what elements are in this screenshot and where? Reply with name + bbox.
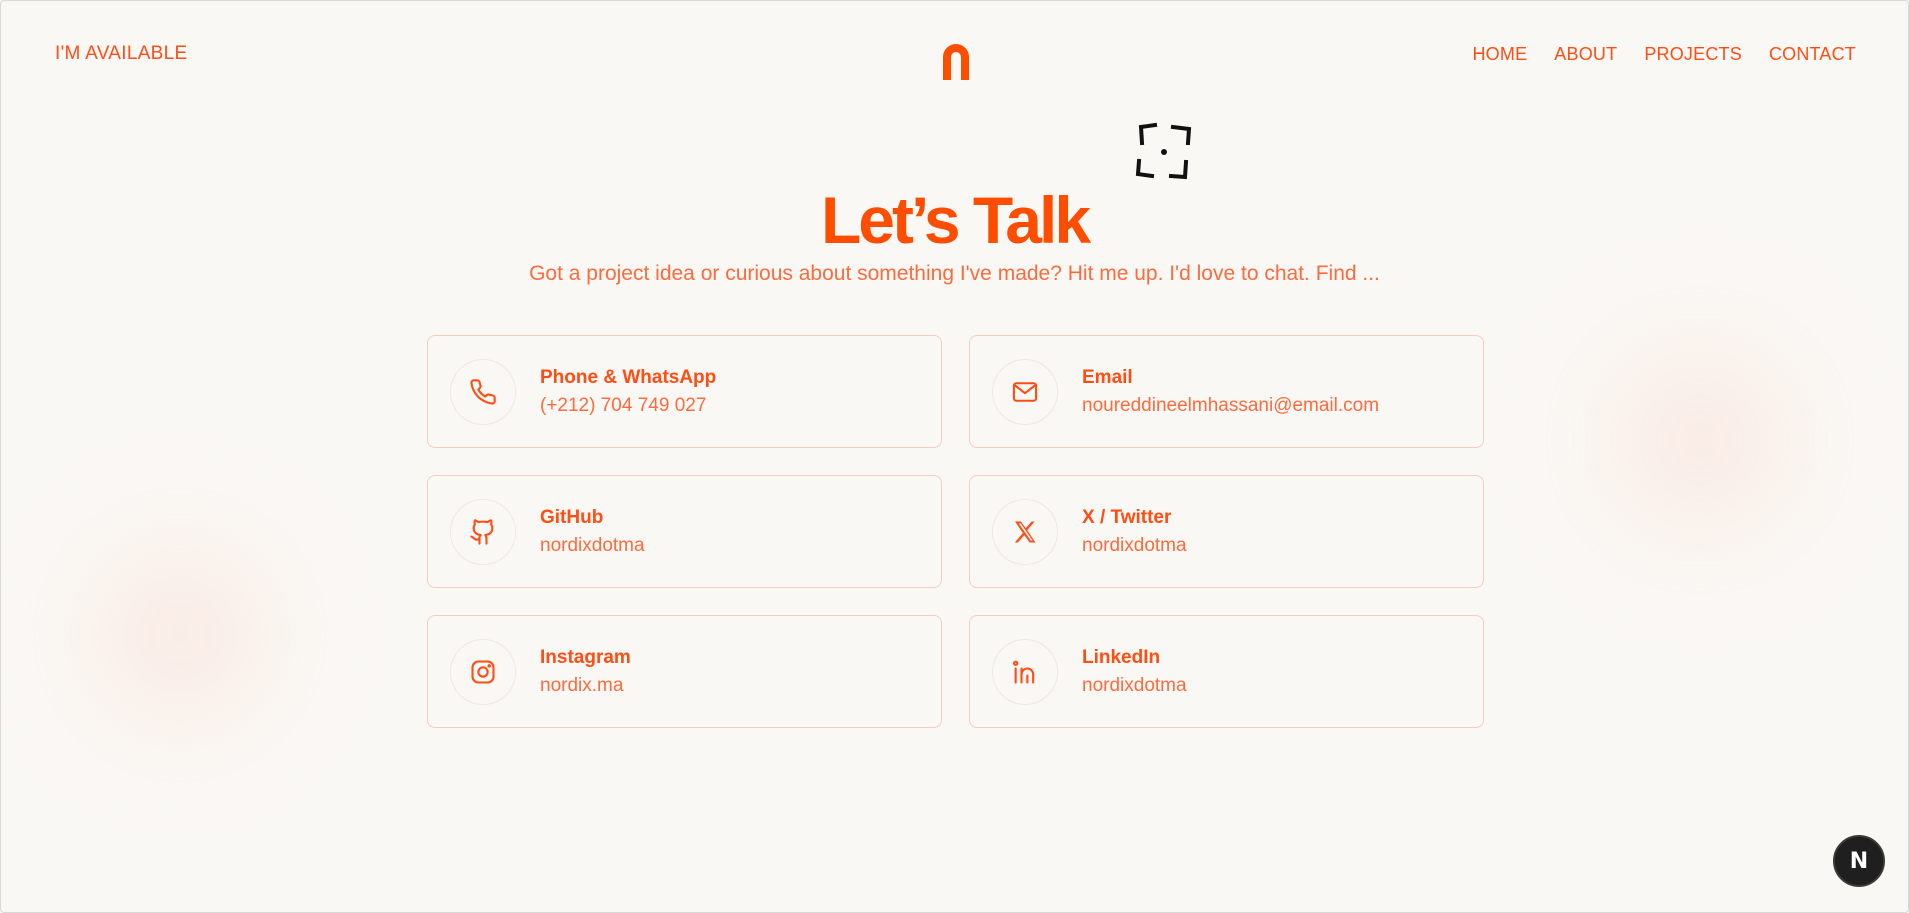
contact-label: GitHub bbox=[540, 506, 604, 528]
background-glow-left bbox=[40, 480, 320, 790]
linkedin-icon bbox=[992, 638, 1058, 705]
contact-card-twitter[interactable]: X / Twitter nordixdotma bbox=[969, 475, 1484, 588]
contact-value: nordix.ma bbox=[540, 674, 624, 696]
page-subtitle: Got a project idea or curious about some… bbox=[529, 262, 1380, 285]
contact-card-github[interactable]: GitHub nordixdotma bbox=[427, 475, 942, 588]
instagram-icon bbox=[450, 638, 516, 705]
site-header: I'M AVAILABLE HOME ABOUT PROJECTS CONTAC… bbox=[0, 0, 1909, 110]
mail-icon bbox=[992, 358, 1058, 425]
contact-value: (+212) 704 749 027 bbox=[540, 394, 707, 416]
phone-icon bbox=[450, 358, 516, 425]
contact-value: nordixdotma bbox=[1082, 534, 1187, 556]
focus-frame-icon bbox=[1135, 122, 1192, 180]
page-title: Let’s Talk bbox=[820, 183, 1091, 257]
contact-card-linkedin[interactable]: LinkedIn nordixdotma bbox=[969, 615, 1484, 728]
nav-contact[interactable]: CONTACT bbox=[1769, 44, 1856, 65]
nextjs-dev-badge[interactable]: N bbox=[1833, 835, 1885, 887]
background-glow-right bbox=[1530, 290, 1870, 590]
nav-about[interactable]: ABOUT bbox=[1554, 44, 1617, 65]
contact-card-email[interactable]: Email noureddineelmhassani@email.com bbox=[969, 335, 1484, 448]
x-icon bbox=[992, 498, 1058, 565]
contact-card-instagram[interactable]: Instagram nordix.ma bbox=[427, 615, 942, 728]
contact-card-phone[interactable]: Phone & WhatsApp (+212) 704 749 027 bbox=[427, 335, 942, 448]
contact-grid: Phone & WhatsApp (+212) 704 749 027 Emai… bbox=[427, 335, 1484, 728]
contact-value: noureddineelmhassani@email.com bbox=[1082, 394, 1380, 416]
contact-label: X / Twitter bbox=[1082, 506, 1172, 528]
brand-logo[interactable] bbox=[939, 40, 973, 80]
contact-label: Phone & WhatsApp bbox=[540, 366, 717, 388]
contact-label: Instagram bbox=[540, 646, 631, 668]
main-nav: HOME ABOUT PROJECTS CONTACT bbox=[1472, 44, 1856, 65]
contact-label: LinkedIn bbox=[1082, 646, 1161, 668]
contact-value: nordixdotma bbox=[1082, 674, 1187, 696]
github-icon bbox=[450, 498, 516, 565]
availability-link[interactable]: I'M AVAILABLE bbox=[55, 43, 188, 65]
contact-label: Email bbox=[1082, 366, 1133, 388]
contact-value: nordixdotma bbox=[540, 534, 645, 556]
nav-home[interactable]: HOME bbox=[1472, 44, 1527, 65]
nav-projects[interactable]: PROJECTS bbox=[1644, 44, 1742, 65]
